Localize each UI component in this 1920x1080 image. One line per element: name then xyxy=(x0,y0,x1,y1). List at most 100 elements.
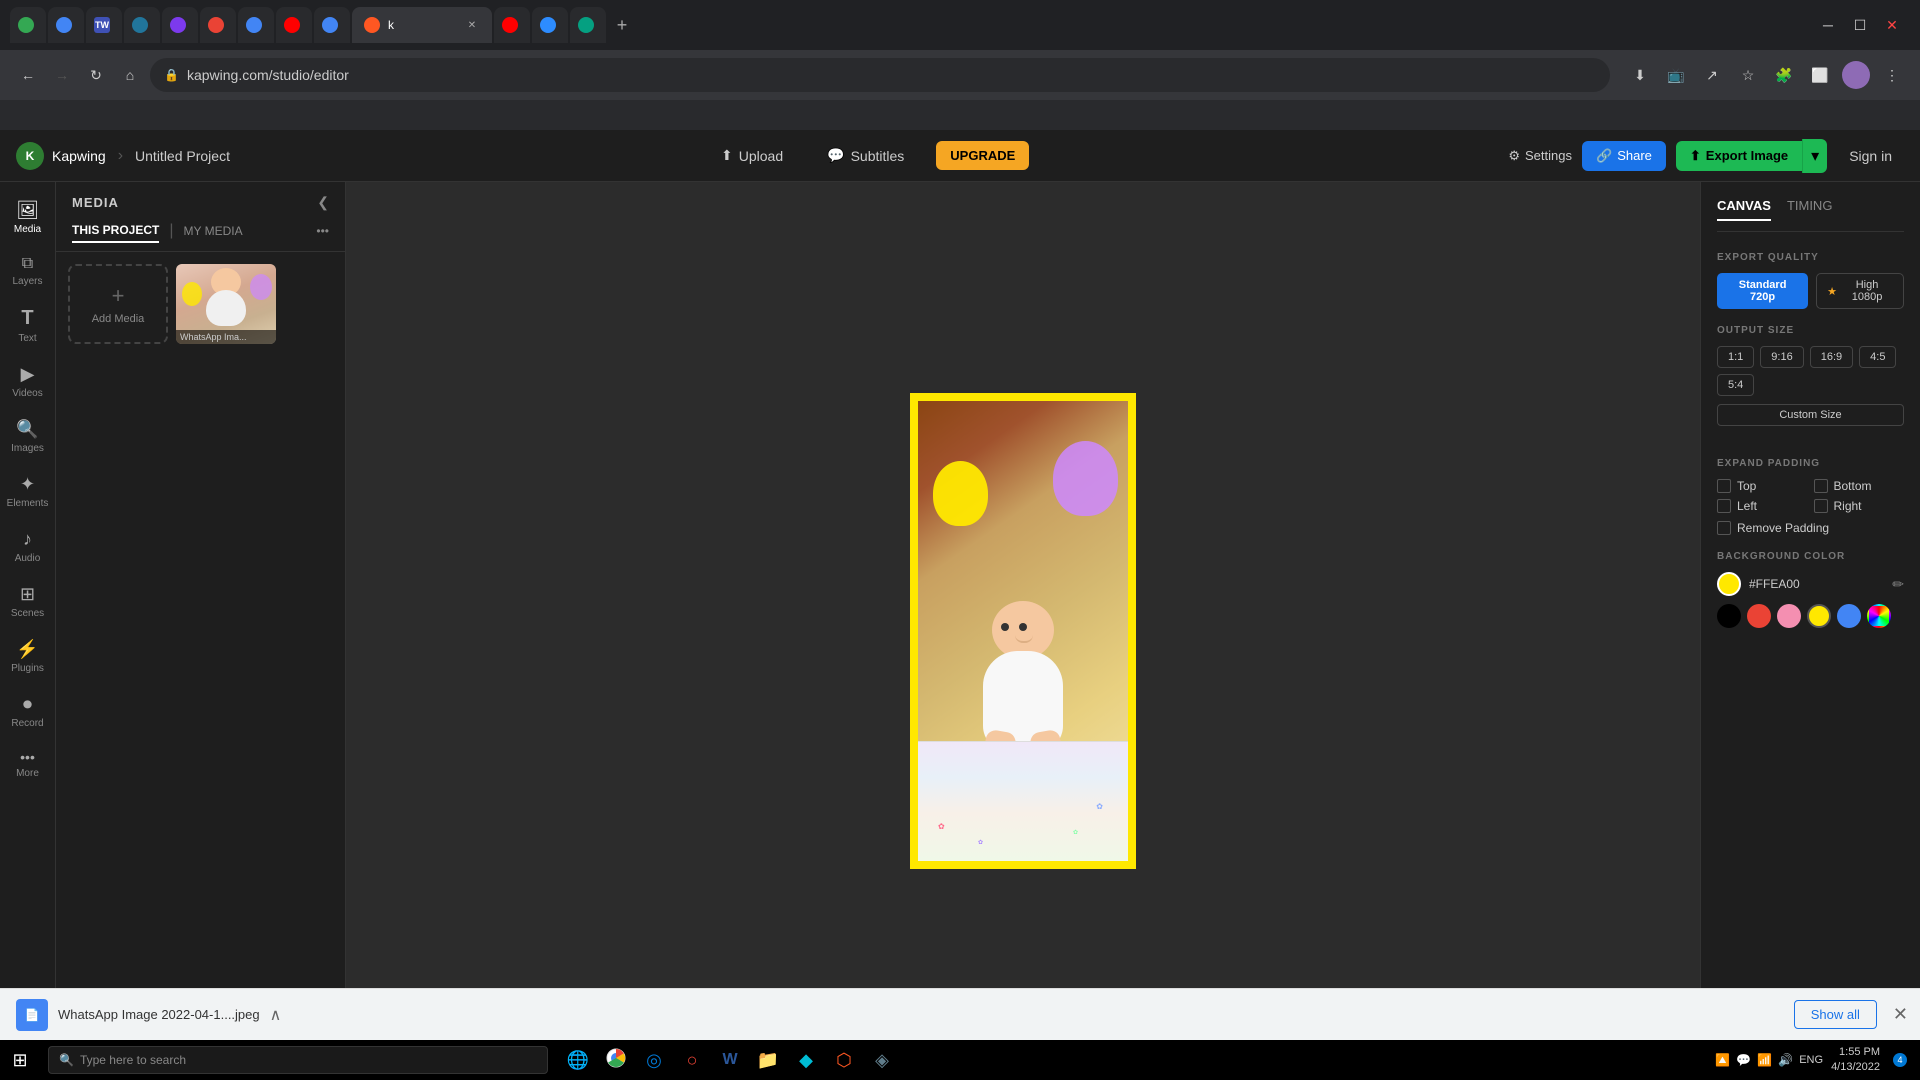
media-panel-close-button[interactable]: ❮ xyxy=(317,194,329,211)
canvas-area[interactable]: ✿ ✿ ✿ ✿ xyxy=(346,182,1700,1080)
tab-youtube1[interactable] xyxy=(276,7,312,43)
window-maximize[interactable]: ☐ xyxy=(1846,11,1874,39)
padding-top[interactable]: Top xyxy=(1717,479,1808,493)
tab-ext[interactable] xyxy=(200,7,236,43)
new-tab-button[interactable]: + xyxy=(608,11,636,39)
bottom-chevron-icon[interactable]: ∧ xyxy=(270,1005,282,1025)
download-btn[interactable]: ⬇ xyxy=(1626,61,1654,89)
export-button[interactable]: ⬆ Export Image xyxy=(1676,141,1802,171)
preset-pink[interactable] xyxy=(1777,604,1801,628)
sidebar-item-more[interactable]: ••• More xyxy=(3,741,53,787)
padding-left[interactable]: Left xyxy=(1717,499,1808,513)
taskbar-app-chrome[interactable] xyxy=(598,1042,634,1078)
sidebar-item-videos[interactable]: ▶ Videos xyxy=(3,356,53,407)
taskbar-app-ie[interactable]: 🌐 xyxy=(560,1042,596,1078)
edit-color-icon[interactable]: ✏ xyxy=(1892,576,1904,593)
sign-in-button[interactable]: Sign in xyxy=(1837,141,1904,171)
split-btn[interactable]: ⬜ xyxy=(1806,61,1834,89)
tab-timing[interactable]: TIMING xyxy=(1787,198,1833,221)
custom-size-button[interactable]: Custom Size xyxy=(1717,404,1904,426)
taskbar-app-edge[interactable]: ◎ xyxy=(636,1042,672,1078)
bookmark-btn[interactable]: ☆ xyxy=(1734,61,1762,89)
remove-padding-checkbox[interactable] xyxy=(1717,521,1731,535)
tab-purple[interactable] xyxy=(162,7,198,43)
reload-button[interactable]: ↻ xyxy=(82,61,110,89)
menu-btn[interactable]: ⋮ xyxy=(1878,61,1906,89)
sidebar-item-scenes[interactable]: ⊞ Scenes xyxy=(3,576,53,627)
taskbar-app-app1[interactable]: ◆ xyxy=(788,1042,824,1078)
taskbar-app-explorer[interactable]: 📁 xyxy=(750,1042,786,1078)
sidebar-item-audio[interactable]: ♪ Audio xyxy=(3,521,53,572)
share-button[interactable]: 🔗 Share xyxy=(1582,141,1666,171)
tab-zoom[interactable] xyxy=(532,7,568,43)
chat-icon[interactable]: 💬 xyxy=(1736,1053,1751,1067)
preset-red[interactable] xyxy=(1747,604,1771,628)
remove-padding-button[interactable]: Remove Padding xyxy=(1717,521,1904,535)
sidebar-item-layers[interactable]: ⧉ Layers xyxy=(3,247,53,295)
preset-black[interactable] xyxy=(1717,604,1741,628)
profile-avatar[interactable] xyxy=(1842,61,1870,89)
tab-canvas[interactable]: CANVAS xyxy=(1717,198,1771,221)
tab-pexels[interactable] xyxy=(570,7,606,43)
preset-yellow[interactable] xyxy=(1807,604,1831,628)
export-dropdown[interactable]: ▾ xyxy=(1802,139,1827,173)
show-all-button[interactable]: Show all xyxy=(1794,1000,1877,1029)
size-16-9[interactable]: 16:9 xyxy=(1810,346,1853,368)
sidebar-item-record[interactable]: ⏺ Record xyxy=(3,686,53,737)
size-4-5[interactable]: 4:5 xyxy=(1859,346,1896,368)
sidebar-item-elements[interactable]: ✦ Elements xyxy=(3,466,53,517)
tab-my-media[interactable]: MY MEDIA xyxy=(184,220,243,242)
quality-standard-button[interactable]: Standard 720p xyxy=(1717,273,1808,309)
media-tab-more-button[interactable]: ••• xyxy=(316,224,329,238)
arrow-up-icon[interactable]: 🔼 xyxy=(1715,1053,1730,1067)
upload-button[interactable]: ⬆ Upload xyxy=(709,141,795,170)
sidebar-item-media[interactable]: 🖼 Media xyxy=(3,192,53,243)
tab-google3[interactable] xyxy=(314,7,350,43)
add-media-button[interactable]: + Add Media xyxy=(68,264,168,344)
forward-button[interactable]: → xyxy=(48,61,76,89)
sidebar-item-text[interactable]: T Text xyxy=(3,299,53,352)
main-color-swatch[interactable] xyxy=(1717,572,1741,596)
padding-bottom[interactable]: Bottom xyxy=(1814,479,1905,493)
taskbar-app-word[interactable]: W xyxy=(712,1042,748,1078)
quality-high-button[interactable]: ★ High 1080p xyxy=(1816,273,1904,309)
size-5-4[interactable]: 5:4 xyxy=(1717,374,1754,396)
bottom-close-button[interactable]: ✕ xyxy=(1893,1004,1908,1025)
tab-kapwing[interactable]: k ✕ xyxy=(352,7,492,43)
tab-this-project[interactable]: THIS PROJECT xyxy=(72,219,159,243)
upgrade-button[interactable]: UPGRADE xyxy=(936,141,1029,170)
padding-left-checkbox[interactable] xyxy=(1717,499,1731,513)
home-button[interactable]: ⌂ xyxy=(116,61,144,89)
address-bar[interactable]: 🔒 kapwing.com/studio/editor xyxy=(150,58,1610,92)
size-9-16[interactable]: 9:16 xyxy=(1760,346,1803,368)
subtitles-button[interactable]: 💬 Subtitles xyxy=(815,141,916,170)
window-close[interactable]: ✕ xyxy=(1878,11,1906,39)
media-thumbnail-0[interactable]: WhatsApp Ima... xyxy=(176,264,276,344)
taskbar-search-bar[interactable]: 🔍 Type here to search xyxy=(48,1046,548,1074)
start-button[interactable]: ⊞ xyxy=(0,1040,40,1080)
project-name[interactable]: Untitled Project xyxy=(135,148,230,164)
padding-top-checkbox[interactable] xyxy=(1717,479,1731,493)
brand-logo[interactable]: K xyxy=(16,142,44,170)
padding-bottom-checkbox[interactable] xyxy=(1814,479,1828,493)
share-page-btn[interactable]: ↗ xyxy=(1698,61,1726,89)
preset-blue[interactable] xyxy=(1837,604,1861,628)
sidebar-item-images[interactable]: 🔍 Images xyxy=(3,411,53,462)
padding-right[interactable]: Right xyxy=(1814,499,1905,513)
tab-close-kapwing[interactable]: ✕ xyxy=(464,17,480,33)
settings-button[interactable]: ⚙ Settings xyxy=(1508,148,1572,164)
tab-google1[interactable] xyxy=(48,7,84,43)
tab-google2[interactable] xyxy=(238,7,274,43)
preset-rainbow[interactable] xyxy=(1867,604,1891,628)
extensions-btn[interactable]: 🧩 xyxy=(1770,61,1798,89)
tab-wordpress[interactable] xyxy=(124,7,160,43)
window-minimize[interactable]: ─ xyxy=(1814,11,1842,39)
sidebar-item-plugins[interactable]: ⚡ Plugins xyxy=(3,631,53,682)
size-1-1[interactable]: 1:1 xyxy=(1717,346,1754,368)
padding-right-checkbox[interactable] xyxy=(1814,499,1828,513)
network-icon[interactable]: 📶 xyxy=(1757,1053,1772,1067)
volume-icon[interactable]: 🔊 xyxy=(1778,1053,1793,1067)
tab-youtube2[interactable] xyxy=(494,7,530,43)
taskbar-app-app2[interactable]: ⬡ xyxy=(826,1042,862,1078)
notification-button[interactable]: 4 xyxy=(1888,1048,1912,1072)
